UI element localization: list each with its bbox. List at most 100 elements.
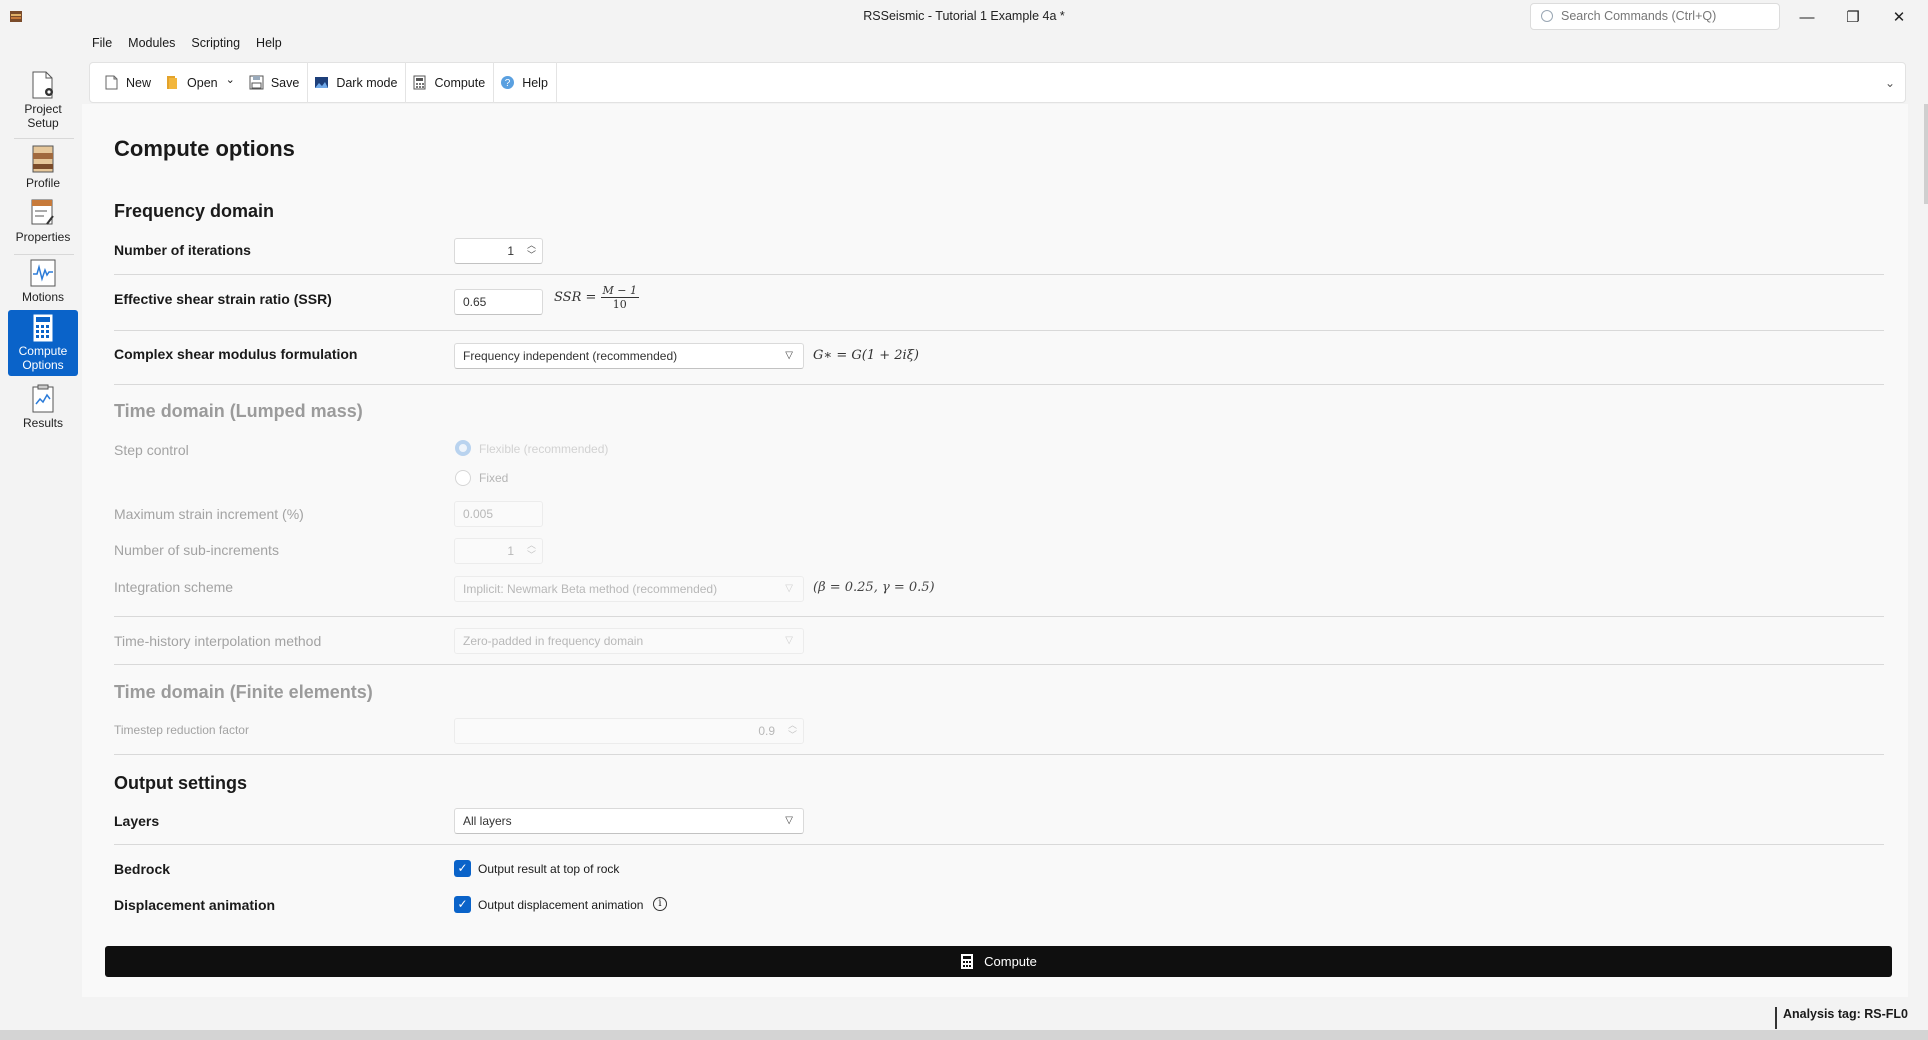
profile-icon — [32, 145, 54, 173]
ssr-label: Effective shear strain ratio (SSR) — [114, 291, 332, 307]
open-icon — [167, 76, 178, 89]
rail-item-motions[interactable]: Motions — [8, 258, 78, 308]
divider — [114, 274, 1884, 275]
calculator-icon — [961, 954, 974, 969]
layers-value: All layers — [463, 814, 512, 828]
chevron-down-icon: ▽ — [785, 350, 793, 361]
open-label: Open — [187, 75, 218, 90]
toolbar-expand-chevron-icon[interactable]: ⌄ — [1885, 76, 1895, 90]
rail-label: Results — [22, 416, 63, 430]
bedrock-checkbox[interactable]: ✓ — [454, 860, 471, 877]
iterations-value: 1 — [507, 244, 514, 258]
calculator-icon — [413, 75, 426, 90]
divider — [114, 616, 1884, 617]
scrollbar[interactable] — [1924, 104, 1928, 204]
bedrock-option-label: Output result at top of rock — [478, 862, 620, 876]
menu-modules[interactable]: Modules — [126, 36, 183, 56]
rail-label: Properties — [15, 230, 71, 244]
sub-increments-value: 1 — [507, 544, 514, 558]
rail-label: Setup — [27, 116, 59, 130]
finite-elements-heading: Time domain (Finite elements) — [114, 682, 373, 702]
page-title: Compute options — [114, 136, 295, 161]
stepper-arrows-icon[interactable]: ︿ ﹀ — [788, 720, 797, 740]
divider — [114, 330, 1884, 331]
close-button[interactable]: ✕ — [1876, 0, 1922, 34]
bedrock-label: Bedrock — [114, 861, 171, 877]
maximize-button[interactable]: ❐ — [1830, 0, 1876, 34]
max-strain-input[interactable]: 0.005 — [454, 501, 543, 527]
compute-label: Compute — [434, 75, 486, 90]
dark-mode-button[interactable]: Dark mode — [308, 62, 405, 103]
modulus-dropdown[interactable]: Frequency independent (recommended) ▽ — [454, 343, 804, 369]
integration-label: Integration scheme — [114, 579, 234, 595]
frequency-domain-heading: Frequency domain — [114, 201, 275, 221]
rail-item-compute-options[interactable]: Compute Options — [8, 310, 78, 376]
layers-dropdown[interactable]: All layers ▽ — [454, 808, 804, 834]
divider — [114, 664, 1884, 665]
help-icon: ? — [501, 76, 515, 89]
new-file-icon — [105, 75, 118, 90]
step-fixed-label: Fixed — [479, 471, 509, 485]
search-placeholder: Search Commands (Ctrl+Q) — [1561, 9, 1717, 23]
save-button[interactable]: Save — [243, 62, 308, 103]
taskbar-strip — [0, 1030, 1928, 1040]
open-dropdown-chevron-icon[interactable]: ⌄ — [226, 73, 235, 86]
rail-label: Options — [22, 358, 64, 372]
rail-item-project-setup[interactable]: Project Setup — [8, 64, 78, 134]
dark-mode-label: Dark mode — [336, 75, 398, 90]
sub-increments-label: Number of sub-increments — [114, 542, 279, 558]
integration-formula: (β = 0.25, γ = 0.5) — [813, 580, 935, 595]
ssr-formula: SSR = M − 1 10 — [554, 284, 640, 311]
rail-item-profile[interactable]: Profile — [8, 142, 78, 194]
new-button[interactable]: New — [98, 62, 159, 103]
help-label: Help — [522, 75, 548, 90]
modulus-label: Complex shear modulus formulation — [114, 346, 358, 362]
analysis-tag: Analysis tag: RS-FL0 — [1774, 1007, 1908, 1029]
output-settings-heading: Output settings — [114, 773, 247, 793]
step-flexible-radio[interactable] — [455, 440, 471, 456]
menu-bar: File Modules Scripting Help — [90, 36, 296, 56]
rail-item-properties[interactable]: Properties — [8, 198, 78, 250]
new-label: New — [126, 75, 152, 90]
info-icon[interactable]: i — [653, 897, 667, 911]
ssr-formula-numerator: M − 1 — [600, 284, 640, 298]
svg-text:?: ? — [505, 78, 511, 89]
motions-icon — [30, 259, 56, 287]
rail-item-results[interactable]: Results — [8, 384, 78, 434]
rail-divider — [14, 138, 74, 139]
iterations-label: Number of iterations — [114, 242, 251, 258]
step-fixed-radio[interactable] — [455, 470, 471, 486]
interp-dropdown[interactable]: Zero-padded in frequency domain ▽ — [454, 628, 804, 654]
integration-dropdown[interactable]: Implicit: Newmark Beta method (recommend… — [454, 576, 804, 602]
sub-increments-stepper[interactable]: 1 ︿ ﹀ — [454, 538, 543, 564]
minimize-button[interactable]: — — [1784, 0, 1830, 34]
chevron-down-icon: ▽ — [785, 635, 793, 646]
compute-toolbar-button[interactable]: Compute — [406, 62, 493, 103]
rail-label: Motions — [21, 290, 65, 304]
results-icon — [32, 384, 54, 413]
displacement-checkbox[interactable]: ✓ — [454, 896, 471, 913]
stepper-arrows-icon[interactable]: ︿ ﹀ — [527, 240, 536, 260]
dark-mode-icon — [315, 77, 329, 88]
menu-file[interactable]: File — [90, 36, 120, 56]
search-commands-input[interactable]: Search Commands (Ctrl+Q) — [1530, 3, 1780, 30]
project-setup-icon — [32, 71, 53, 99]
menu-scripting[interactable]: Scripting — [189, 36, 248, 56]
search-icon — [1541, 10, 1553, 22]
open-button[interactable]: Open ⌄ — [159, 62, 243, 103]
timestep-stepper[interactable]: 0.9 ︿ ﹀ — [454, 718, 804, 744]
save-label: Save — [270, 75, 300, 90]
lumped-mass-heading: Time domain (Lumped mass) — [114, 401, 363, 421]
help-button[interactable]: ? Help — [494, 62, 556, 103]
stepper-arrows-icon[interactable]: ︿ ﹀ — [527, 540, 536, 560]
max-strain-label: Maximum strain increment (%) — [114, 506, 304, 522]
timestep-label: Timestep reduction factor — [114, 723, 249, 737]
ssr-input[interactable]: 0.65 — [454, 289, 543, 315]
modulus-value: Frequency independent (recommended) — [463, 349, 678, 363]
iterations-stepper[interactable]: 1 ︿ ﹀ — [454, 238, 543, 264]
menu-help[interactable]: Help — [254, 36, 290, 56]
toolbar-divider — [555, 62, 557, 103]
divider — [114, 384, 1884, 385]
rail-label: Project — [24, 102, 62, 116]
compute-button[interactable]: Compute — [105, 946, 1892, 977]
